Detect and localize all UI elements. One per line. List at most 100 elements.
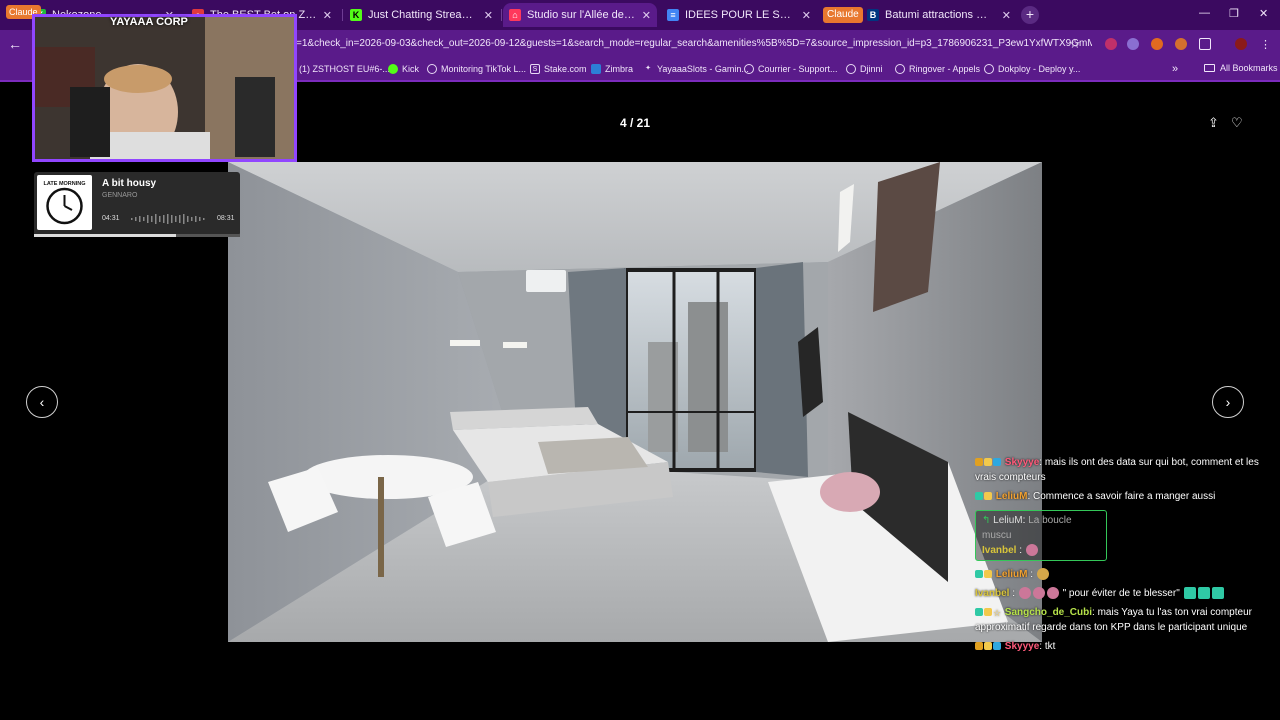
emote-icon [1046, 587, 1059, 599]
minimize-icon[interactable]: — [1199, 7, 1210, 19]
all-bookmarks-button[interactable]: All Bookmarks [1204, 63, 1278, 73]
restore-icon[interactable]: ❐ [1229, 7, 1239, 20]
tab-divider [501, 9, 502, 21]
browser-tab[interactable]: ≡ IDEES POUR LE STREAM YAYA ✕ [661, 3, 817, 27]
kick-favicon-icon: K [350, 9, 362, 21]
globe-icon [427, 64, 437, 74]
bookmark-item[interactable]: Courrier - Support... [744, 64, 838, 74]
badge-icon [993, 642, 1001, 650]
extension-icon[interactable] [1151, 38, 1163, 50]
apartment-photo-illustration [228, 162, 1042, 642]
chat-username[interactable]: Skyyye [1005, 457, 1039, 468]
bookmark-item[interactable]: Djinni [846, 64, 883, 74]
bookmark-label: Djinni [860, 64, 883, 74]
extensions-puzzle-icon[interactable] [1199, 38, 1211, 50]
new-tab-plus-icon[interactable]: + [1021, 6, 1039, 24]
window-close-icon[interactable]: ✕ [1259, 7, 1268, 20]
zimbra-icon [591, 64, 601, 74]
badge-icon [975, 458, 983, 466]
chat-username[interactable]: Skyyye [1005, 641, 1039, 652]
chat-username[interactable]: LeliuM [996, 491, 1028, 502]
browser-tab-active[interactable]: ⌂ Studio sur l'Allée des Héros - A ✕ [503, 3, 657, 27]
badge-icon [975, 492, 983, 500]
address-bar[interactable]: =1&check_in=2026-09-03&check_out=2026-09… [296, 34, 1092, 54]
bookmark-item[interactable]: Ringover - Appels [895, 64, 980, 74]
browser-tab[interactable]: K Just Chatting Streaming - Live ✕ [344, 3, 499, 27]
emote-icon [1183, 587, 1196, 599]
heart-icon[interactable]: ♡ [1231, 115, 1243, 131]
bookmark-label: (1) ZSTHOST EU#6-... [299, 64, 390, 74]
folder-icon [1204, 64, 1215, 72]
previous-photo-arrow-icon[interactable]: ‹ [26, 386, 58, 418]
bookmarks-overflow-chevron-icon[interactable]: » [1172, 63, 1178, 75]
chat-username[interactable]: Ivanbel [982, 545, 1016, 556]
extension-icon[interactable] [1175, 38, 1187, 50]
share-icon[interactable]: ⇪ [1208, 115, 1219, 131]
webcam-feed [35, 17, 294, 159]
reply-username[interactable]: LeliuM [993, 515, 1022, 526]
browser-tab[interactable]: B Batumi attractions — Booking. ✕ [861, 3, 1017, 27]
booking-favicon-icon: B [867, 9, 879, 21]
bookmark-item[interactable]: S Stake.com [530, 64, 587, 74]
globe-icon [744, 64, 754, 74]
tab-close-icon[interactable]: ✕ [642, 9, 651, 22]
stream-title: YAYAAA CORP [110, 16, 188, 28]
track-progress-bar [34, 234, 240, 237]
listing-photo [228, 162, 1042, 642]
chat-username[interactable]: Ivanbel [975, 588, 1009, 599]
tab-title: IDEES POUR LE STREAM YAYA [685, 9, 796, 21]
kick-icon [388, 64, 398, 74]
bookmark-item[interactable]: Zimbra [591, 64, 633, 74]
tab-close-icon[interactable]: ✕ [323, 9, 332, 22]
chat-username[interactable]: Sangcho_de_Cubi [1005, 607, 1092, 618]
chat-text: Commence a savoir faire a manger aussi [1033, 491, 1216, 502]
bookmark-label: Monitoring TikTok L... [441, 64, 527, 74]
globe-icon [846, 64, 856, 74]
chat-reply-card: ↰ LeliuM: La boucle muscu Ivanbel : [975, 510, 1107, 561]
time-total: 08:31 [217, 215, 235, 222]
bookmark-item[interactable]: Monitoring TikTok L... [427, 64, 526, 74]
tab-group-chip[interactable]: Claude [823, 7, 863, 23]
tab-divider [342, 9, 343, 21]
chat-username[interactable]: LeliuM [996, 569, 1028, 580]
badge-icon [993, 458, 1001, 466]
globe-icon [895, 64, 905, 74]
tab-close-icon[interactable]: ✕ [484, 9, 493, 22]
bookmark-label: Kick [402, 64, 420, 74]
back-arrow-icon[interactable]: ← [8, 36, 22, 52]
all-bookmarks-label: All Bookmarks [1220, 63, 1278, 73]
extension-icon[interactable] [1127, 38, 1139, 50]
bookmark-item[interactable]: ✦ YayaaaSlots - Gamin... [643, 64, 749, 74]
next-photo-arrow-icon[interactable]: › [1212, 386, 1244, 418]
emote-icon [1018, 587, 1031, 599]
badge-icon [975, 642, 983, 650]
tab-close-icon[interactable]: ✕ [802, 9, 811, 22]
screen: ⌄ K Nekozone ✕ ● The BEST Bet on Zerco a… [0, 0, 1280, 720]
bookmark-item[interactable]: (1) ZSTHOST EU#6-... [299, 64, 390, 74]
album-art-text: LATE MORNING [43, 181, 85, 187]
tab-title: Studio sur l'Allée des Héros - A [527, 9, 636, 21]
menu-kebab-icon[interactable]: ⋮ [1260, 38, 1271, 51]
badge-icon [975, 608, 983, 616]
tab-close-icon[interactable]: ✕ [1002, 9, 1011, 22]
chat-message: LeliuM : [975, 567, 1265, 582]
airbnb-favicon-icon: ⌂ [509, 9, 521, 21]
time-current: 04:31 [102, 215, 120, 222]
chat-message: ☆ Sangcho_de_Cubi: mais Yaya tu l'as ton… [975, 607, 1252, 633]
extension-icon[interactable] [1105, 38, 1117, 50]
bookmark-item[interactable]: Dokploy - Deploy y... [984, 64, 1080, 74]
album-art: LATE MORNING [37, 175, 92, 230]
emote-icon [1036, 568, 1049, 580]
badge-icon [984, 458, 992, 466]
profile-avatar[interactable] [1235, 38, 1247, 50]
reply-arrow-icon: ↰ [982, 515, 991, 526]
chat-text: tkt [1044, 641, 1056, 652]
bookmark-label: Zimbra [605, 64, 634, 74]
bookmark-star-icon[interactable]: ☆ [1069, 36, 1081, 52]
emote-icon [1211, 587, 1224, 599]
track-progress-fill [34, 234, 177, 237]
tab-title: Batumi attractions — Booking. [885, 9, 996, 21]
stream-chat: Skyyye: mais ils ont des data sur qui bo… [975, 455, 1265, 658]
photo-counter: 4 / 21 [619, 116, 651, 130]
bookmark-item[interactable]: Kick [388, 64, 419, 74]
